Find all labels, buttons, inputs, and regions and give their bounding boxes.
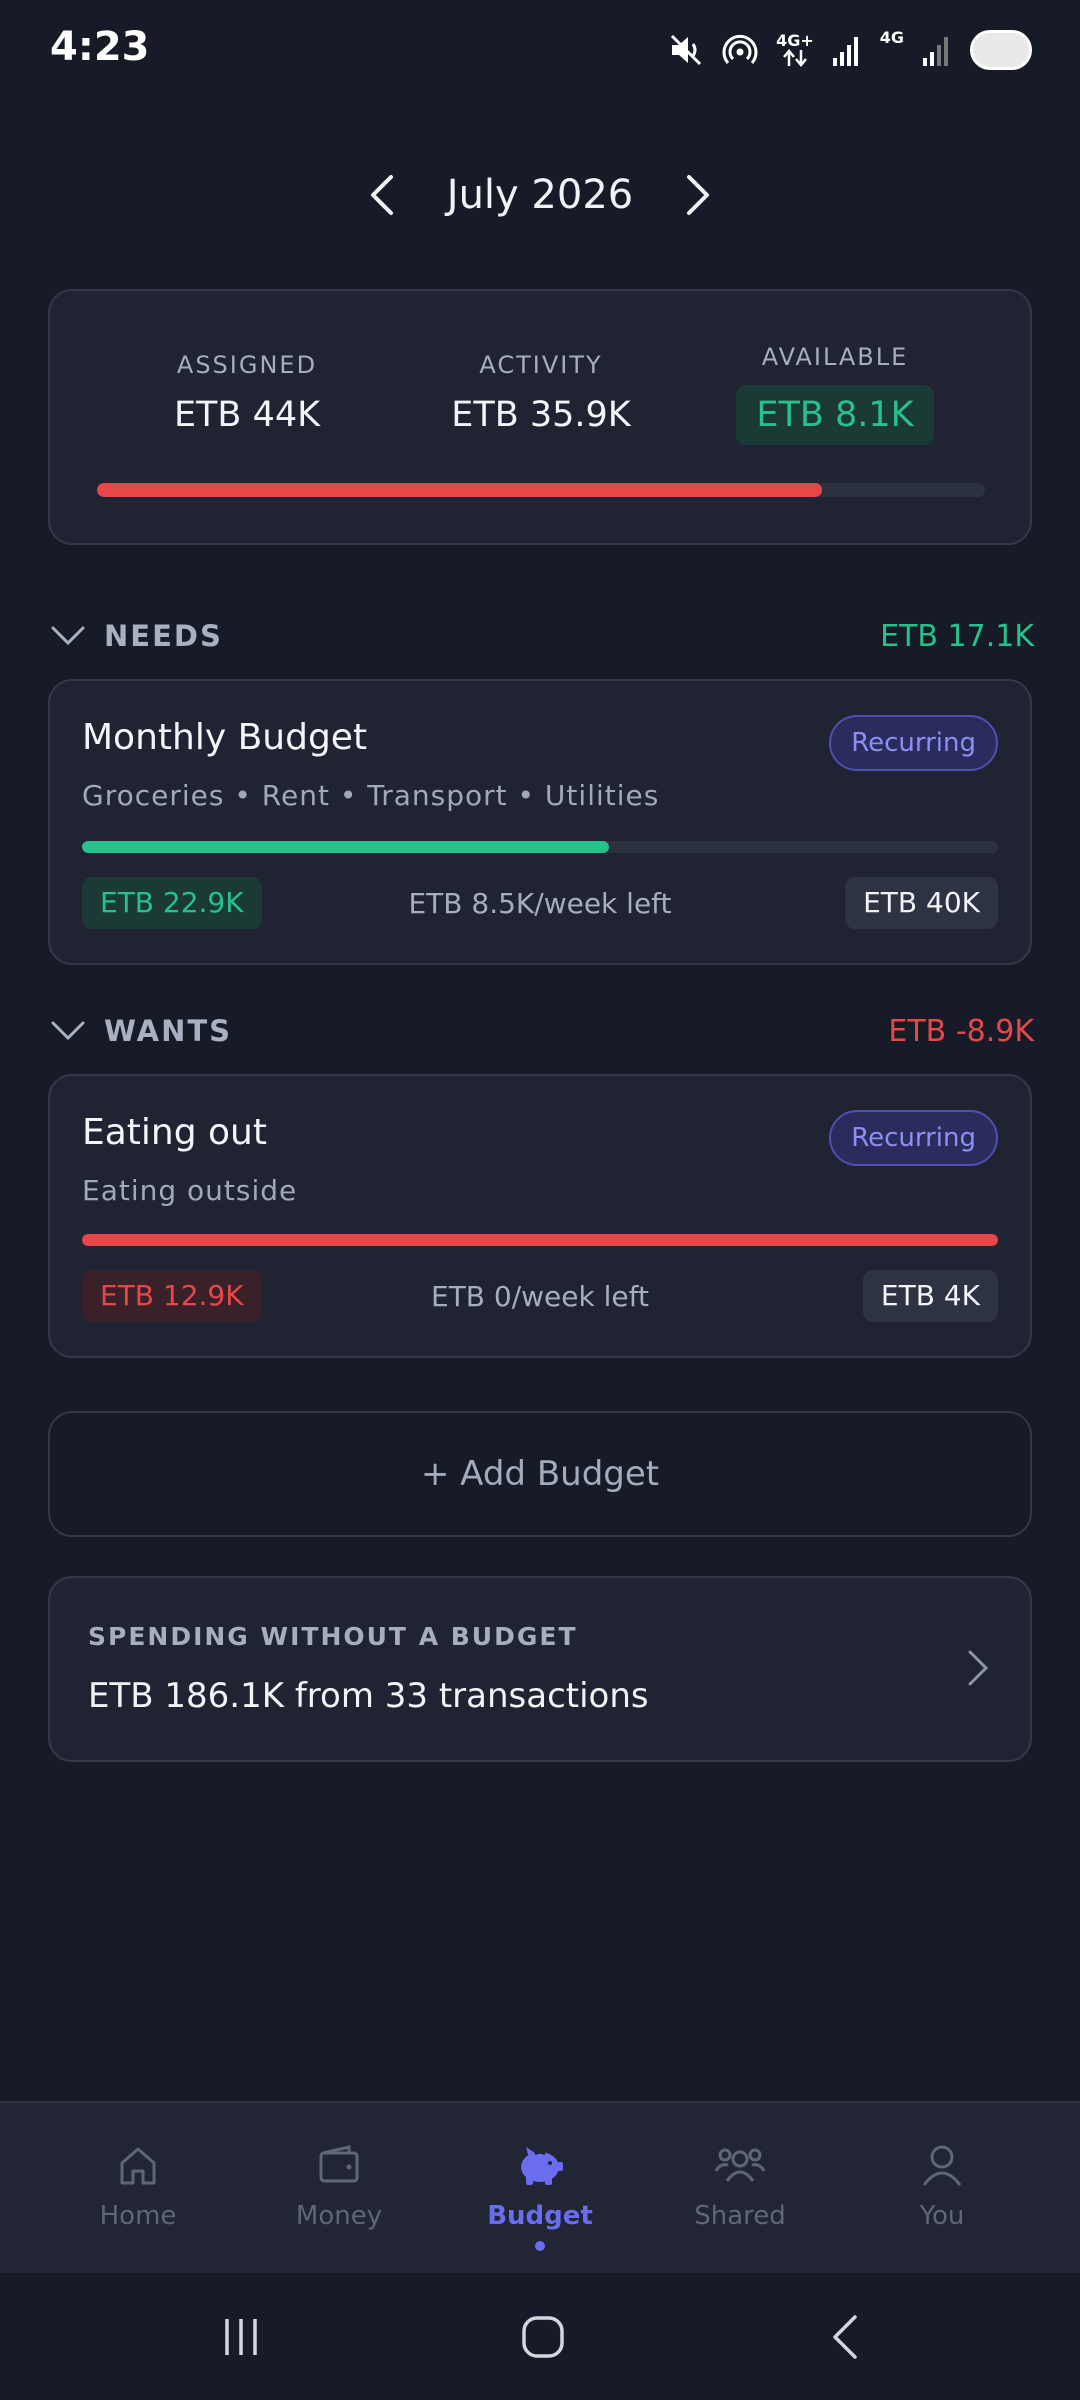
budget-name: Monthly Budget — [82, 717, 368, 758]
wants-amount: ETB -8.9K — [888, 1013, 1034, 1049]
user-icon — [922, 2145, 962, 2186]
status-time: 4:23 — [50, 24, 150, 70]
network-4g-plus-icon: 4G+ — [776, 33, 814, 67]
month-title: July 2026 — [446, 172, 634, 218]
recent-apps-button[interactable] — [171, 2273, 311, 2400]
month-navigator: July 2026 — [0, 160, 1080, 230]
chevron-down-icon — [51, 1021, 85, 1041]
home-icon — [120, 2147, 156, 2185]
nav-money-label: Money — [295, 2201, 383, 2231]
spent-pill: ETB 12.9K — [82, 1270, 262, 1322]
network-4g-label: 4G — [879, 28, 904, 47]
available-stat: AVAILABLE ETB 8.1K — [685, 343, 985, 445]
available-value: ETB 8.1K — [736, 385, 934, 445]
needs-amount: ETB 17.1K — [880, 618, 1034, 654]
nav-home-label: Home — [99, 2201, 177, 2231]
active-indicator — [535, 2241, 545, 2251]
budget-description: Eating outside — [82, 1174, 298, 1207]
summary-card: ASSIGNED ETB 44K ACTIVITY ETB 35.9K AVAI… — [48, 289, 1032, 545]
chevron-down-icon — [51, 626, 85, 646]
previous-month-button[interactable] — [347, 160, 417, 230]
activity-label: ACTIVITY — [479, 351, 603, 379]
budget-progress-bar — [82, 1234, 998, 1246]
signal-icon — [832, 37, 858, 66]
recurring-badge: Recurring — [829, 1110, 998, 1166]
assigned-stat: ASSIGNED ETB 44K — [97, 351, 397, 435]
activity-stat: ACTIVITY ETB 35.9K — [391, 351, 691, 435]
summary-progress-bar — [97, 483, 985, 497]
nav-money[interactable]: Money — [239, 2103, 439, 2275]
recurring-badge: Recurring — [829, 715, 998, 771]
budget-progress-fill — [82, 841, 609, 853]
budget-name: Eating out — [82, 1112, 267, 1153]
back-icon — [833, 2314, 857, 2359]
limit-pill: ETB 40K — [845, 877, 998, 929]
hotspot-icon — [722, 34, 758, 64]
nav-budget-label: Budget — [487, 2201, 593, 2231]
summary-progress-fill — [97, 483, 822, 497]
nav-home[interactable]: Home — [38, 2103, 238, 2275]
chevron-right-icon — [687, 175, 710, 215]
status-bar: 4:23 4G+ 4G — [0, 0, 1080, 100]
system-navigation-bar — [0, 2273, 1080, 2400]
unbudgeted-spending-card[interactable]: SPENDING WITHOUT A BUDGET ETB 186.1K fro… — [48, 1576, 1032, 1762]
nav-budget[interactable]: Budget — [440, 2103, 640, 2275]
activity-value: ETB 35.9K — [451, 395, 631, 435]
spent-pill: ETB 22.9K — [82, 877, 262, 929]
status-icons: 4G+ 4G — [668, 26, 1032, 74]
wants-title: WANTS — [104, 1014, 233, 1048]
next-month-button[interactable] — [663, 160, 733, 230]
home-circle-icon — [522, 2315, 564, 2358]
home-button[interactable] — [473, 2273, 613, 2400]
budget-screen: 4:23 4G+ 4G July 2026 ASSIGNED ETB 44K A… — [0, 0, 1080, 2400]
budget-card-monthly[interactable]: Monthly Budget Recurring Groceries • Ren… — [48, 679, 1032, 965]
wallet-icon — [319, 2145, 359, 2183]
budget-card-eating-out[interactable]: Eating out Recurring Eating outside ETB … — [48, 1074, 1032, 1358]
back-button[interactable] — [775, 2273, 915, 2400]
signal-weak-icon — [923, 37, 948, 66]
budget-progress-bar — [82, 841, 998, 853]
recent-apps-icon — [225, 2318, 257, 2355]
wants-section-header[interactable]: WANTS ETB -8.9K — [50, 1006, 1034, 1056]
budget-progress-fill — [82, 1234, 998, 1246]
bottom-navigation: Home Money Budget Shared You — [0, 2101, 1080, 2273]
limit-pill: ETB 4K — [862, 1270, 998, 1322]
assigned-label: ASSIGNED — [176, 351, 318, 379]
chevron-right-icon — [968, 1650, 989, 1686]
needs-title: NEEDS — [104, 619, 223, 653]
add-budget-button[interactable]: + Add Budget — [48, 1411, 1032, 1537]
budget-description: Groceries • Rent • Transport • Utilities — [82, 779, 660, 812]
unbudgeted-value: ETB 186.1K from 33 transactions — [88, 1676, 649, 1716]
nav-shared-label: Shared — [694, 2201, 786, 2231]
nav-you[interactable]: You — [842, 2103, 1042, 2275]
battery-icon — [970, 30, 1032, 70]
unbudgeted-label: SPENDING WITHOUT A BUDGET — [88, 1622, 578, 1651]
available-label: AVAILABLE — [761, 343, 909, 371]
assigned-value: ETB 44K — [173, 395, 321, 435]
nav-shared[interactable]: Shared — [640, 2103, 840, 2275]
chevron-left-icon — [370, 175, 393, 215]
people-icon — [714, 2148, 766, 2182]
mute-icon — [671, 34, 702, 66]
piggy-bank-icon — [521, 2147, 563, 2185]
needs-section-header[interactable]: NEEDS ETB 17.1K — [50, 611, 1034, 661]
nav-you-label: You — [919, 2201, 965, 2231]
